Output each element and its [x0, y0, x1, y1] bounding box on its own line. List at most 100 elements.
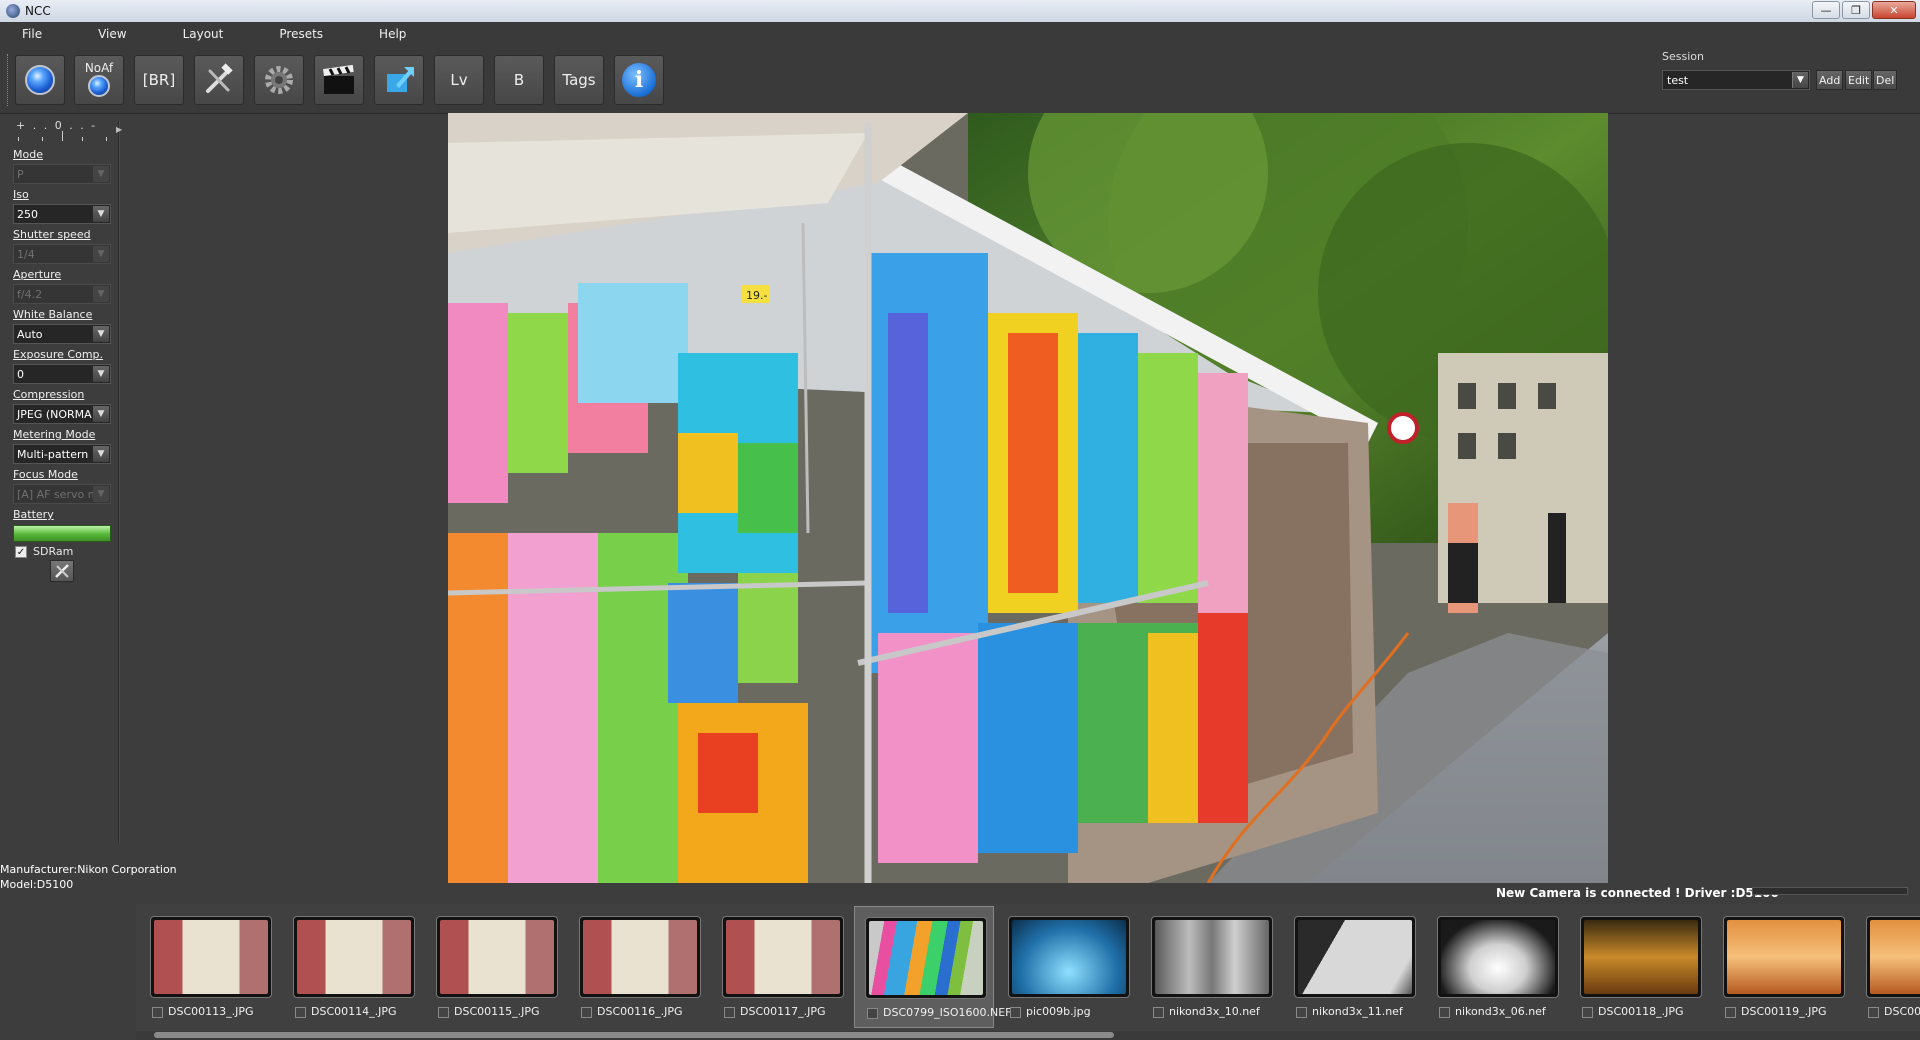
maximize-button[interactable]: ❐: [1842, 1, 1870, 19]
liveview-button[interactable]: Lv: [434, 55, 484, 105]
menu-help[interactable]: Help: [379, 27, 406, 41]
thumbnail-item[interactable]: DSC00113_.JPG: [140, 906, 280, 1028]
thumbnail-item[interactable]: DSC00119_.JPG: [1713, 906, 1853, 1028]
thumbnail-checkbox[interactable]: [867, 1008, 878, 1019]
thumbnail-checkbox[interactable]: [581, 1007, 592, 1018]
movie-button[interactable]: [314, 55, 364, 105]
chevron-down-icon[interactable]: ▼: [1792, 72, 1808, 88]
thumbnail-checkbox[interactable]: [438, 1007, 449, 1018]
minimize-button[interactable]: —: [1812, 1, 1840, 19]
compression-select[interactable]: JPEG (NORMA ▼: [13, 404, 111, 424]
chevron-right-icon[interactable]: ▶: [116, 125, 122, 134]
thumbnail-frame[interactable]: [150, 916, 272, 998]
thumbnail-item-selected[interactable]: DSC0799_ISO1600.NEF: [854, 906, 1012, 1028]
menu-layout[interactable]: Layout: [183, 27, 224, 41]
thumbnail-checkbox[interactable]: [152, 1007, 163, 1018]
chevron-down-icon[interactable]: ▼: [93, 366, 109, 382]
thumbnail-frame[interactable]: [1866, 916, 1920, 998]
thumbnail-scrollbar-thumb[interactable]: [154, 1032, 1114, 1038]
thumbnail-image: [440, 920, 554, 994]
thumbnail-frame[interactable]: [1723, 916, 1845, 998]
thumbnail-image: [1441, 920, 1555, 994]
window-controls: — ❐ ✕: [1812, 1, 1916, 19]
thumbnail-item[interactable]: nikond3x_06.nef: [1427, 906, 1567, 1028]
battery-label: Battery: [13, 508, 54, 521]
exposure-comp-select[interactable]: 0 ▼: [13, 364, 111, 384]
chevron-down-icon[interactable]: ▼: [93, 326, 109, 342]
camera-manufacturer: Manufacturer:Nikon Corporation: [0, 863, 177, 876]
thumbnail-item[interactable]: DSC00114_.JPG: [283, 906, 423, 1028]
thumbnail-checkbox[interactable]: [1153, 1007, 1164, 1018]
thumbnail-frame[interactable]: [436, 916, 558, 998]
thumbnail-frame[interactable]: [1008, 916, 1130, 998]
tags-button[interactable]: Tags: [554, 55, 604, 105]
thumbnail-scrollbar[interactable]: [136, 1031, 1920, 1040]
menu-presets[interactable]: Presets: [279, 27, 323, 41]
thumbnail-filename: nikond3x_06.nef: [1455, 1005, 1546, 1018]
thumbnail-checkbox[interactable]: [1296, 1007, 1307, 1018]
chevron-down-icon[interactable]: ▼: [93, 446, 109, 462]
thumbnail-checkbox[interactable]: [1439, 1007, 1450, 1018]
thumbnail-image: [1012, 920, 1126, 994]
thumbnail-frame[interactable]: [1437, 916, 1559, 998]
chevron-down-icon[interactable]: ▼: [93, 206, 109, 222]
session-delete-button[interactable]: Del: [1873, 70, 1898, 90]
sdram-option[interactable]: ✓ SDRam: [15, 545, 73, 558]
thumbnail-checkbox[interactable]: [1010, 1007, 1021, 1018]
photo-preview[interactable]: 19.-: [448, 113, 1608, 883]
session-edit-button[interactable]: Edit: [1845, 70, 1873, 90]
session-add-button[interactable]: Add: [1816, 70, 1844, 90]
thumbnail-checkbox[interactable]: [295, 1007, 306, 1018]
aperture-select: f/4.2 ▼: [13, 284, 111, 304]
thumbnail-checkbox[interactable]: [1582, 1007, 1593, 1018]
thumbnail-frame[interactable]: [1294, 916, 1416, 998]
liveview-label: Lv: [450, 71, 468, 89]
tools-small-button[interactable]: [50, 560, 74, 582]
sdram-checkbox[interactable]: ✓: [15, 545, 27, 558]
thumbnail-frame[interactable]: [579, 916, 701, 998]
thumbnail-item[interactable]: pic009b.jpg: [998, 906, 1138, 1028]
thumbnail-frame[interactable]: [865, 917, 987, 999]
thumbnail-item[interactable]: nikond3x_10.nef: [1141, 906, 1281, 1028]
chevron-down-icon: ▼: [93, 286, 109, 302]
thumbnail-item[interactable]: DSC00: [1856, 906, 1920, 1028]
metering-mode-select[interactable]: Multi-pattern ▼: [13, 444, 111, 464]
tools-button[interactable]: [194, 55, 244, 105]
iso-select[interactable]: 250 ▼: [13, 204, 111, 224]
market-stall-photo: 19.-: [448, 113, 1608, 883]
menu-file[interactable]: File: [22, 27, 42, 41]
thumbnail-frame[interactable]: [722, 916, 844, 998]
capture-button[interactable]: [15, 55, 65, 105]
thumbnail-image: [297, 920, 411, 994]
thumbnail-item[interactable]: DSC00117_.JPG: [712, 906, 852, 1028]
bracketing-button[interactable]: [BR]: [134, 55, 184, 105]
white-balance-select[interactable]: Auto ▼: [13, 324, 111, 344]
bulb-button[interactable]: B: [494, 55, 544, 105]
thumbnail-item[interactable]: DSC00115_.JPG: [426, 906, 566, 1028]
thumbnail-image: [154, 920, 268, 994]
thumbnail-frame[interactable]: [293, 916, 415, 998]
session-select[interactable]: test ▼: [1662, 70, 1810, 90]
thumbnail-checkbox[interactable]: [1868, 1007, 1879, 1018]
thumbnail-item[interactable]: DSC00118_.JPG: [1570, 906, 1710, 1028]
thumbnail-item[interactable]: DSC00116_.JPG: [569, 906, 709, 1028]
transfer-progress-bar: [1752, 887, 1908, 895]
info-button[interactable]: i: [614, 55, 664, 105]
chevron-down-icon[interactable]: ▼: [93, 406, 109, 422]
settings-button[interactable]: [254, 55, 304, 105]
menu-view[interactable]: View: [98, 27, 126, 41]
close-button[interactable]: ✕: [1872, 1, 1916, 19]
thumbnail-checkbox[interactable]: [724, 1007, 735, 1018]
thumbnail-image: [1155, 920, 1269, 994]
noaf-capture-button[interactable]: NoAf: [74, 55, 124, 105]
toolbar-grip[interactable]: [7, 54, 10, 106]
browse-button[interactable]: [374, 55, 424, 105]
exposure-tick: [106, 137, 107, 141]
aperture-value: f/4.2: [17, 288, 43, 301]
thumbnail-frame[interactable]: [1151, 916, 1273, 998]
shutter-speed-label: Shutter speed: [13, 228, 91, 241]
thumbnail-item[interactable]: nikond3x_11.nef: [1284, 906, 1424, 1028]
thumbnail-frame[interactable]: [1580, 916, 1702, 998]
thumbnail-checkbox[interactable]: [1725, 1007, 1736, 1018]
panel-splitter[interactable]: [118, 121, 120, 843]
